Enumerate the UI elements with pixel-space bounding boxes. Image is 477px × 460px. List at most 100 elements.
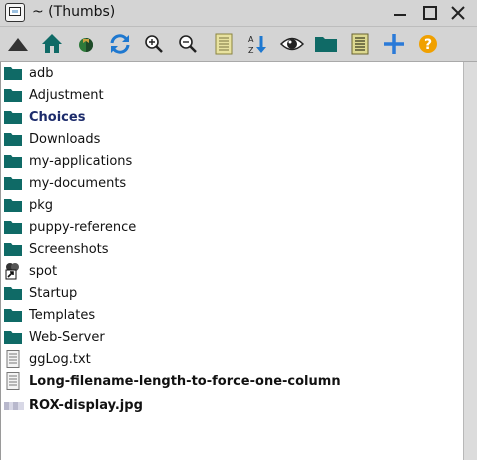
rox-filer-app-icon[interactable] bbox=[5, 3, 25, 22]
up-icon bbox=[8, 38, 28, 51]
sort-icon: A Z bbox=[248, 35, 266, 55]
add-button[interactable] bbox=[382, 32, 406, 56]
folder-icon bbox=[4, 309, 22, 322]
folder-item[interactable]: Screenshots bbox=[4, 239, 109, 259]
folder-icon bbox=[4, 243, 22, 256]
folder-icon bbox=[4, 199, 22, 212]
text-icon-wrap bbox=[4, 350, 22, 368]
maximize-button[interactable] bbox=[419, 3, 441, 23]
file-item[interactable]: spot bbox=[4, 261, 57, 281]
folder-icon bbox=[4, 89, 22, 102]
file-name: Screenshots bbox=[29, 241, 109, 257]
folder-icon-wrap bbox=[4, 306, 22, 324]
eye-icon bbox=[280, 37, 304, 51]
file-item[interactable]: ROX-display.jpg bbox=[4, 395, 143, 415]
folder-icon-wrap bbox=[4, 240, 22, 258]
title-bar: ~ (Thumbs) bbox=[0, 0, 477, 27]
file-name: Web-Server bbox=[29, 329, 105, 345]
folder-item[interactable]: adb bbox=[4, 63, 53, 83]
file-name: pkg bbox=[29, 197, 54, 213]
image-file-icon bbox=[4, 402, 24, 410]
file-list[interactable]: adb Adjustment Choices Downloads my-applicat… bbox=[0, 62, 463, 460]
folder-icon bbox=[4, 67, 22, 80]
folder-icon-wrap bbox=[4, 284, 22, 302]
file-name: Choices bbox=[29, 109, 86, 125]
folder-item[interactable]: my-documents bbox=[4, 173, 126, 193]
folder-item[interactable]: Startup bbox=[4, 283, 77, 303]
file-name: Adjustment bbox=[29, 87, 104, 103]
details-icon bbox=[351, 33, 369, 55]
folder-icon-wrap bbox=[4, 218, 22, 236]
folder-item[interactable]: puppy-reference bbox=[4, 217, 136, 237]
file-name: ggLog.txt bbox=[29, 351, 91, 367]
folder-icon bbox=[4, 155, 22, 168]
file-item[interactable]: ggLog.txt bbox=[4, 349, 91, 369]
home-icon bbox=[42, 34, 62, 53]
folder-item[interactable]: Web-Server bbox=[4, 327, 105, 347]
refresh-button[interactable] bbox=[108, 32, 132, 56]
text-file-icon bbox=[6, 372, 20, 390]
folder-icon-wrap bbox=[4, 174, 22, 192]
help-icon: ? bbox=[419, 35, 437, 53]
minimize-button[interactable] bbox=[390, 3, 412, 23]
list-view-button[interactable] bbox=[212, 32, 236, 56]
refresh-icon bbox=[110, 34, 130, 54]
text-file-icon bbox=[6, 350, 20, 368]
bookmarks-button[interactable] bbox=[74, 32, 98, 56]
folder-item[interactable]: my-applications bbox=[4, 151, 132, 171]
folder-icon-wrap bbox=[4, 196, 22, 214]
folder-icon bbox=[4, 287, 22, 300]
file-name: my-documents bbox=[29, 175, 127, 191]
file-name: spot bbox=[29, 263, 58, 279]
file-name: ROX-display.jpg bbox=[29, 397, 143, 413]
folder-icon bbox=[4, 111, 22, 124]
file-name: Templates bbox=[29, 307, 96, 323]
toolbar: A Z ? bbox=[0, 27, 477, 62]
folder-icon bbox=[4, 221, 22, 234]
file-name: puppy-reference bbox=[29, 219, 137, 235]
plus-icon bbox=[384, 34, 404, 54]
zoom-out-icon bbox=[179, 35, 197, 53]
home-button[interactable] bbox=[40, 32, 64, 56]
list-view-icon bbox=[215, 33, 233, 55]
folder-icon bbox=[4, 177, 22, 190]
up-button[interactable] bbox=[6, 32, 30, 56]
file-name: my-applications bbox=[29, 153, 133, 169]
details-button[interactable] bbox=[348, 32, 372, 56]
folder-item[interactable]: pkg bbox=[4, 195, 53, 215]
window-title: ~ (Thumbs) bbox=[32, 4, 116, 20]
file-name: Long-filename-length-to-force-one-column bbox=[29, 373, 341, 389]
symlink-icon bbox=[5, 263, 19, 280]
close-button[interactable] bbox=[447, 3, 469, 23]
folder-icon-wrap bbox=[4, 328, 22, 346]
image-icon-wrap bbox=[4, 396, 24, 414]
symlink-icon-wrap bbox=[4, 262, 22, 280]
svg-text:?: ? bbox=[424, 37, 432, 53]
folder-item[interactable]: Downloads bbox=[4, 129, 100, 149]
close-icon bbox=[451, 6, 465, 20]
bookmarks-icon bbox=[79, 38, 93, 52]
folder-icon-wrap bbox=[4, 108, 22, 126]
file-name: Downloads bbox=[29, 131, 101, 147]
file-name: adb bbox=[29, 65, 54, 81]
folder-icon-wrap bbox=[4, 130, 22, 148]
show-hidden-button[interactable] bbox=[280, 32, 304, 56]
file-item[interactable]: Long-filename-length-to-force-one-column bbox=[4, 371, 341, 391]
folder-icon-wrap bbox=[4, 152, 22, 170]
scrollbar[interactable] bbox=[463, 62, 477, 460]
svg-text:A: A bbox=[248, 35, 254, 44]
help-button[interactable]: ? bbox=[416, 32, 440, 56]
folder-button[interactable] bbox=[314, 32, 338, 56]
sort-button[interactable]: A Z bbox=[246, 32, 270, 56]
file-name: Startup bbox=[29, 285, 78, 301]
folder-icon bbox=[4, 331, 22, 344]
zoom-out-button[interactable] bbox=[176, 32, 200, 56]
zoom-in-button[interactable] bbox=[142, 32, 166, 56]
folder-icon-wrap bbox=[4, 64, 22, 82]
folder-icon bbox=[4, 133, 22, 146]
folder-item[interactable]: Templates bbox=[4, 305, 95, 325]
folder-item[interactable]: Choices bbox=[4, 107, 85, 127]
zoom-in-icon bbox=[145, 35, 163, 53]
folder-item[interactable]: Adjustment bbox=[4, 85, 104, 105]
folder-icon-wrap bbox=[4, 86, 22, 104]
